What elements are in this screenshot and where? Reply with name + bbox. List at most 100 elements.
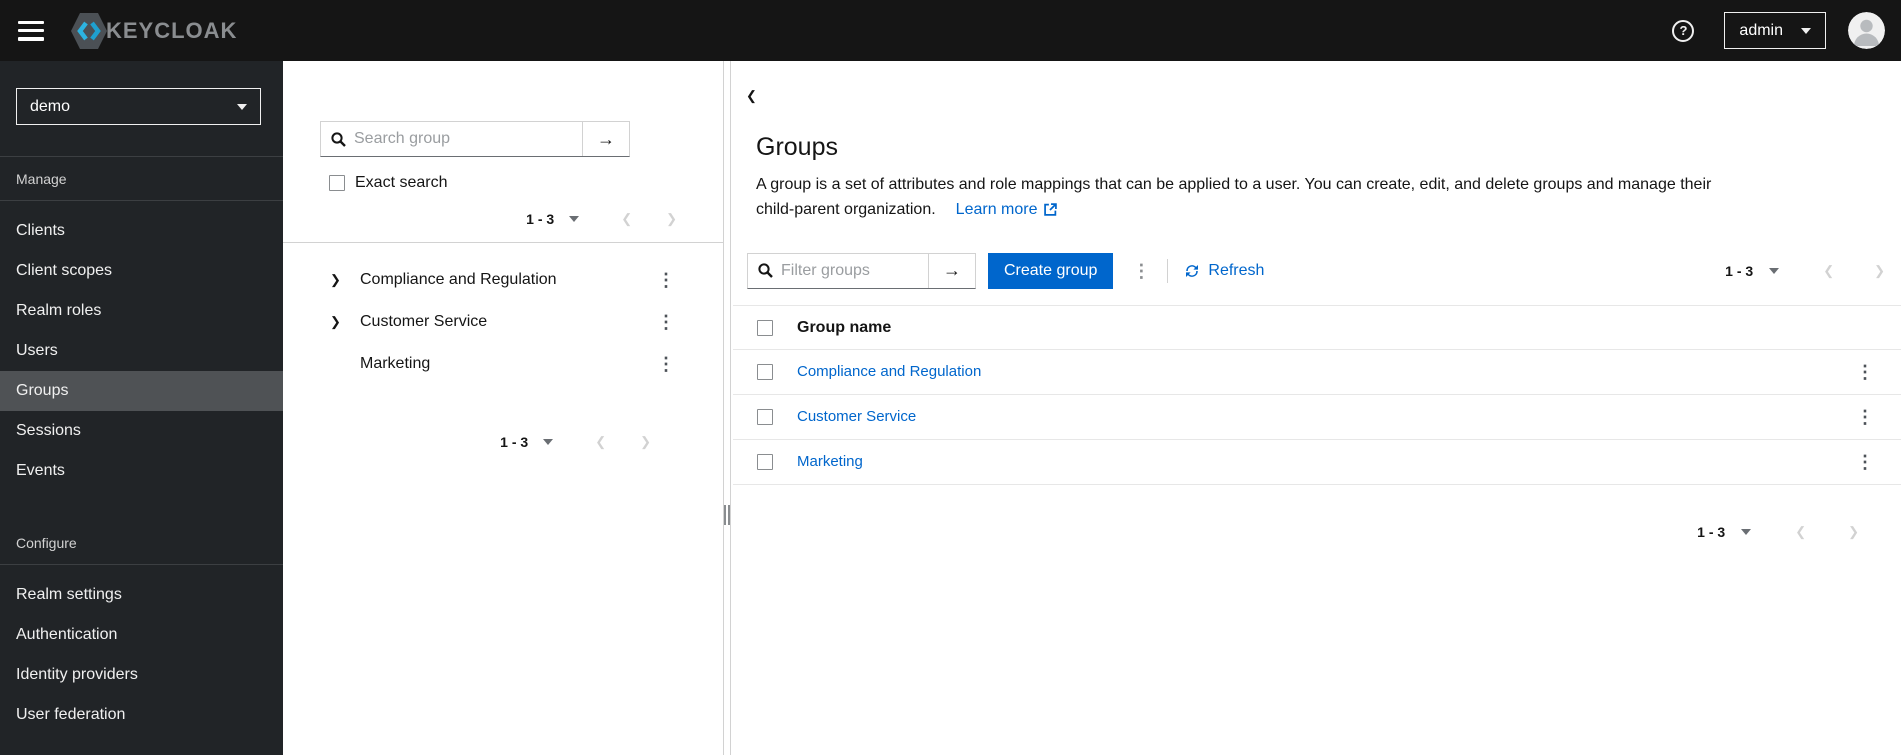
- row-actions-cell: ⋮: [1829, 363, 1901, 381]
- pagination-next-icon[interactable]: ❯: [666, 211, 677, 227]
- group-search-box: →: [320, 121, 630, 157]
- sidebar-item-client-scopes[interactable]: Client scopes: [0, 251, 283, 291]
- groups-tree: ❯ Compliance and Regulation ⋮ ❯ Customer…: [283, 259, 723, 385]
- pagination-prev-icon[interactable]: ❮: [595, 434, 606, 450]
- pagination-next-icon[interactable]: ❯: [1848, 524, 1859, 540]
- tree-item-label[interactable]: Marketing: [360, 355, 653, 373]
- table-header-row: Group name: [733, 305, 1901, 350]
- nav-list-configure: Realm settings Authentication Identity p…: [0, 565, 283, 735]
- groups-main-panel: ❮ Groups A group is a set of attributes …: [731, 61, 1901, 755]
- pagination-next-icon[interactable]: ❯: [1874, 263, 1885, 279]
- sidebar-item-events[interactable]: Events: [0, 451, 283, 491]
- nav-list-manage: Clients Client scopes Realm roles Users …: [0, 201, 283, 491]
- row-kebab-icon[interactable]: ⋮: [1852, 408, 1878, 426]
- pagination-options-toggle[interactable]: [1741, 529, 1752, 535]
- learn-more-label: Learn more: [955, 201, 1038, 218]
- realm-name: demo: [30, 97, 71, 115]
- arrow-right-icon: →: [597, 128, 615, 149]
- table-row: Compliance and Regulation ⋮: [733, 350, 1901, 395]
- select-all-checkbox[interactable]: [757, 319, 773, 336]
- filter-submit-button[interactable]: →: [928, 253, 975, 288]
- chevron-down-icon: [1801, 27, 1811, 34]
- description-line-2: child-parent organization. Learn more: [756, 201, 1057, 218]
- row-checkbox-cell: [733, 364, 797, 380]
- hamburger-bar: [18, 37, 44, 41]
- tree-item-compliance-and-regulation[interactable]: ❯ Compliance and Regulation ⋮: [283, 259, 723, 301]
- splitter-grip-icon: [724, 505, 730, 525]
- filter-groups-input[interactable]: [781, 261, 928, 280]
- row-checkbox[interactable]: [757, 409, 773, 425]
- row-checkbox[interactable]: [757, 364, 773, 380]
- pagination-options-toggle[interactable]: [1769, 267, 1780, 274]
- tree-item-label[interactable]: Customer Service: [360, 313, 653, 331]
- realm-selector[interactable]: demo: [16, 88, 261, 125]
- kebab-menu-icon[interactable]: ⋮: [653, 271, 679, 289]
- sidebar-item-identity-providers[interactable]: Identity providers: [0, 655, 283, 695]
- table-pagination-bottom: 1 - 3 ❮ ❯: [731, 519, 1901, 545]
- sidebar-item-user-federation[interactable]: User federation: [0, 695, 283, 735]
- groups-table: Group name Compliance and Regulation ⋮ C…: [733, 305, 1901, 485]
- pagination-range: 1 - 3: [500, 434, 529, 450]
- tree-pagination-bottom: 1 - 3 ❮ ❯: [283, 429, 723, 455]
- help-icon[interactable]: ?: [1672, 19, 1695, 42]
- tree-item-label[interactable]: Compliance and Regulation: [360, 271, 653, 289]
- filter-groups-field: [748, 254, 928, 288]
- expand-chevron-icon[interactable]: ❯: [330, 272, 352, 288]
- pagination-options-toggle[interactable]: [543, 439, 554, 445]
- group-search-field: [321, 122, 582, 156]
- group-link[interactable]: Marketing: [797, 453, 863, 470]
- page-title: Groups: [756, 133, 838, 161]
- group-link[interactable]: Compliance and Regulation: [797, 363, 981, 380]
- sidebar-item-users[interactable]: Users: [0, 331, 283, 371]
- row-kebab-icon[interactable]: ⋮: [1852, 363, 1878, 381]
- learn-more-link[interactable]: Learn more: [956, 197, 1057, 222]
- nav-toggle-hamburger-icon[interactable]: [18, 20, 44, 41]
- hamburger-bar: [18, 28, 44, 33]
- masthead-right: ? admin: [1672, 12, 1901, 49]
- tree-item-marketing[interactable]: Marketing ⋮: [283, 343, 723, 385]
- avatar[interactable]: [1848, 12, 1885, 49]
- collapse-panel-chevron-icon[interactable]: ❮: [746, 88, 757, 104]
- pagination-options-toggle[interactable]: [569, 216, 580, 222]
- kebab-menu-icon[interactable]: ⋮: [653, 313, 679, 331]
- row-checkbox[interactable]: [757, 454, 773, 470]
- table-pagination-top: 1 - 3 ❮ ❯: [1725, 258, 1885, 284]
- hamburger-bar: [18, 20, 44, 24]
- sidebar-item-groups[interactable]: Groups: [0, 371, 283, 411]
- sidebar-item-sessions[interactable]: Sessions: [0, 411, 283, 451]
- refresh-button[interactable]: Refresh: [1184, 262, 1264, 280]
- toolbar-kebab-icon[interactable]: ⋮: [1123, 262, 1159, 280]
- masthead: KEYCLOAK ? admin: [0, 0, 1901, 61]
- nav-section-manage: Manage: [0, 157, 283, 201]
- chevron-down-icon: [569, 216, 580, 222]
- search-submit-button[interactable]: →: [582, 122, 629, 156]
- sidebar-item-realm-roles[interactable]: Realm roles: [0, 291, 283, 331]
- pagination-next-icon[interactable]: ❯: [640, 434, 651, 450]
- tree-item-customer-service[interactable]: ❯ Customer Service ⋮: [283, 301, 723, 343]
- kebab-menu-icon[interactable]: ⋮: [653, 355, 679, 373]
- row-actions-cell: ⋮: [1829, 453, 1901, 471]
- group-name-cell: Compliance and Regulation: [797, 363, 1829, 381]
- refresh-label: Refresh: [1208, 261, 1265, 279]
- arrow-right-icon: →: [943, 260, 961, 280]
- sidebar-item-authentication[interactable]: Authentication: [0, 615, 283, 655]
- search-group-input[interactable]: [354, 130, 582, 148]
- pagination-prev-icon[interactable]: ❮: [1823, 263, 1834, 279]
- group-link[interactable]: Customer Service: [797, 408, 916, 425]
- user-menu-dropdown[interactable]: admin: [1724, 12, 1826, 49]
- chevron-down-icon: [1769, 267, 1780, 274]
- panel-splitter[interactable]: [723, 61, 731, 755]
- refresh-icon: [1184, 263, 1200, 279]
- chevron-down-icon: [1741, 529, 1752, 535]
- expand-chevron-icon[interactable]: ❯: [330, 314, 352, 330]
- exact-search-checkbox[interactable]: [329, 175, 345, 191]
- keycloak-logo-icon: [68, 9, 110, 53]
- filter-groups-box: →: [747, 252, 976, 289]
- sidebar-item-clients[interactable]: Clients: [0, 211, 283, 251]
- groups-tree-panel: → Exact search 1 - 3 ❮ ❯ ❯ Compliance an…: [283, 61, 723, 755]
- row-kebab-icon[interactable]: ⋮: [1852, 453, 1878, 471]
- create-group-button[interactable]: Create group: [988, 252, 1114, 289]
- sidebar-item-realm-settings[interactable]: Realm settings: [0, 575, 283, 615]
- pagination-prev-icon[interactable]: ❮: [621, 211, 632, 227]
- pagination-prev-icon[interactable]: ❮: [1795, 524, 1806, 540]
